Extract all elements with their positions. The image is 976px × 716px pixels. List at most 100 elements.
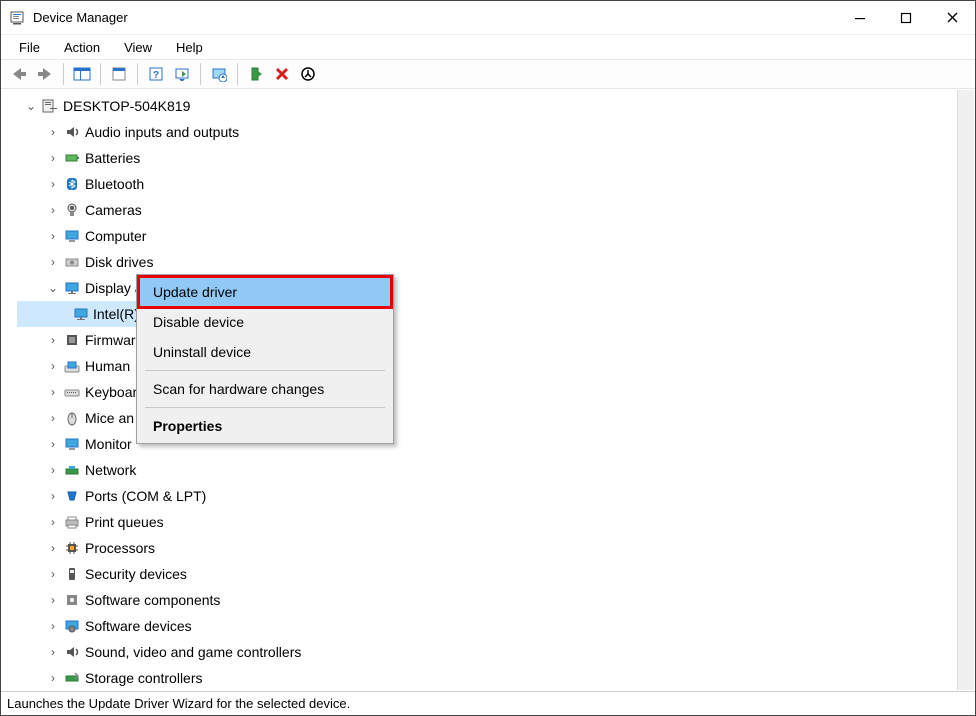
expand-icon[interactable]: › bbox=[45, 255, 61, 269]
monitor-icon bbox=[63, 227, 81, 245]
tree-label: Batteries bbox=[85, 150, 140, 166]
tree-item-software-components[interactable]: › Software components bbox=[9, 587, 967, 613]
device-tree[interactable]: ⌄ DESKTOP-504K819 › Audio inputs and out… bbox=[1, 89, 975, 691]
tree-item-audio[interactable]: › Audio inputs and outputs bbox=[9, 119, 967, 145]
toolbar-separator bbox=[200, 63, 201, 85]
tree-item-security-devices[interactable]: › Security devices bbox=[9, 561, 967, 587]
tree-label: Disk drives bbox=[85, 254, 153, 270]
tree-label: Keyboar bbox=[85, 384, 137, 400]
menu-action[interactable]: Action bbox=[54, 38, 110, 57]
tree-root-label: DESKTOP-504K819 bbox=[63, 98, 190, 114]
properties-button[interactable] bbox=[107, 62, 131, 86]
expand-icon[interactable]: › bbox=[45, 593, 61, 607]
storage-controller-icon bbox=[63, 669, 81, 687]
close-button[interactable] bbox=[929, 1, 975, 35]
toolbar-separator bbox=[100, 63, 101, 85]
ctx-update-driver[interactable]: Update driver bbox=[139, 277, 391, 307]
tree-label: Computer bbox=[85, 228, 146, 244]
statusbar: Launches the Update Driver Wizard for th… bbox=[1, 691, 975, 715]
tree-label: Software devices bbox=[85, 618, 192, 634]
tree-item-bluetooth[interactable]: › Bluetooth bbox=[9, 171, 967, 197]
tree-label: Software components bbox=[85, 592, 220, 608]
app-icon bbox=[9, 10, 25, 26]
display-adapter-icon bbox=[73, 305, 89, 323]
tree-label: Storage controllers bbox=[85, 670, 203, 686]
expand-icon[interactable]: › bbox=[45, 567, 61, 581]
tree-label: Human bbox=[85, 358, 130, 374]
camera-icon bbox=[63, 201, 81, 219]
ctx-uninstall-device[interactable]: Uninstall device bbox=[139, 337, 391, 367]
collapse-icon[interactable]: ⌄ bbox=[23, 99, 39, 113]
mouse-icon bbox=[63, 409, 81, 427]
firmware-icon bbox=[63, 331, 81, 349]
tree-item-sound-video-game[interactable]: › Sound, video and game controllers bbox=[9, 639, 967, 665]
tree-item-ports[interactable]: › Ports (COM & LPT) bbox=[9, 483, 967, 509]
tree-item-disk-drives[interactable]: › Disk drives bbox=[9, 249, 967, 275]
expand-icon[interactable]: › bbox=[45, 203, 61, 217]
window-controls bbox=[837, 1, 975, 35]
help-button[interactable]: ? bbox=[144, 62, 168, 86]
expand-icon[interactable]: › bbox=[45, 411, 61, 425]
expand-icon[interactable]: › bbox=[45, 385, 61, 399]
tree-label: Print queues bbox=[85, 514, 164, 530]
tree-item-computer[interactable]: › Computer bbox=[9, 223, 967, 249]
expand-icon[interactable]: › bbox=[45, 619, 61, 633]
tree-item-processors[interactable]: › Processors bbox=[9, 535, 967, 561]
expand-icon[interactable]: › bbox=[45, 541, 61, 555]
forward-button[interactable] bbox=[33, 62, 57, 86]
tree-item-print-queues[interactable]: › Print queues bbox=[9, 509, 967, 535]
scan-hardware-button[interactable] bbox=[170, 62, 194, 86]
tree-label: Network bbox=[85, 462, 136, 478]
tree-item-network[interactable]: › Network bbox=[9, 457, 967, 483]
tree-label: Firmwar bbox=[85, 332, 136, 348]
tree-label: Bluetooth bbox=[85, 176, 144, 192]
tree-item-storage-controllers[interactable]: › Storage controllers bbox=[9, 665, 967, 691]
tree-label: Ports (COM & LPT) bbox=[85, 488, 206, 504]
expand-icon[interactable]: › bbox=[45, 333, 61, 347]
sound-icon bbox=[63, 643, 81, 661]
expand-icon[interactable]: › bbox=[45, 463, 61, 477]
menu-file[interactable]: File bbox=[9, 38, 50, 57]
expand-icon[interactable]: › bbox=[45, 229, 61, 243]
expand-icon[interactable]: › bbox=[45, 489, 61, 503]
hid-icon bbox=[63, 357, 81, 375]
expand-icon[interactable]: › bbox=[45, 125, 61, 139]
update-driver-button[interactable] bbox=[207, 62, 231, 86]
printer-icon bbox=[63, 513, 81, 531]
toolbar-separator bbox=[137, 63, 138, 85]
disable-device-button[interactable] bbox=[296, 62, 320, 86]
computer-icon bbox=[41, 97, 59, 115]
expand-icon[interactable]: › bbox=[45, 645, 61, 659]
tree-label: Processors bbox=[85, 540, 155, 556]
ctx-disable-device[interactable]: Disable device bbox=[139, 307, 391, 337]
toolbar-separator bbox=[63, 63, 64, 85]
expand-icon[interactable]: › bbox=[45, 671, 61, 685]
tree-item-cameras[interactable]: › Cameras bbox=[9, 197, 967, 223]
expand-icon[interactable]: › bbox=[45, 151, 61, 165]
software-devices-icon bbox=[63, 617, 81, 635]
tree-item-batteries[interactable]: › Batteries bbox=[9, 145, 967, 171]
back-button[interactable] bbox=[7, 62, 31, 86]
uninstall-device-button[interactable] bbox=[270, 62, 294, 86]
battery-icon bbox=[63, 149, 81, 167]
expand-icon[interactable]: › bbox=[45, 359, 61, 373]
tree-root[interactable]: ⌄ DESKTOP-504K819 bbox=[9, 93, 967, 119]
tree-label: Audio inputs and outputs bbox=[85, 124, 239, 140]
expand-icon[interactable]: › bbox=[45, 177, 61, 191]
minimize-button[interactable] bbox=[837, 1, 883, 35]
scrollbar[interactable] bbox=[957, 90, 974, 690]
maximize-button[interactable] bbox=[883, 1, 929, 35]
tree-item-software-devices[interactable]: › Software devices bbox=[9, 613, 967, 639]
menu-help[interactable]: Help bbox=[166, 38, 213, 57]
menubar: File Action View Help bbox=[1, 35, 975, 59]
software-components-icon bbox=[63, 591, 81, 609]
menu-view[interactable]: View bbox=[114, 38, 162, 57]
collapse-icon[interactable]: ⌄ bbox=[45, 281, 61, 295]
tree-label: Monitor bbox=[85, 436, 132, 452]
ctx-properties[interactable]: Properties bbox=[139, 411, 391, 441]
expand-icon[interactable]: › bbox=[45, 515, 61, 529]
ctx-scan-hardware[interactable]: Scan for hardware changes bbox=[139, 374, 391, 404]
expand-icon[interactable]: › bbox=[45, 437, 61, 451]
show-hide-console-button[interactable] bbox=[70, 62, 94, 86]
enable-device-button[interactable] bbox=[244, 62, 268, 86]
